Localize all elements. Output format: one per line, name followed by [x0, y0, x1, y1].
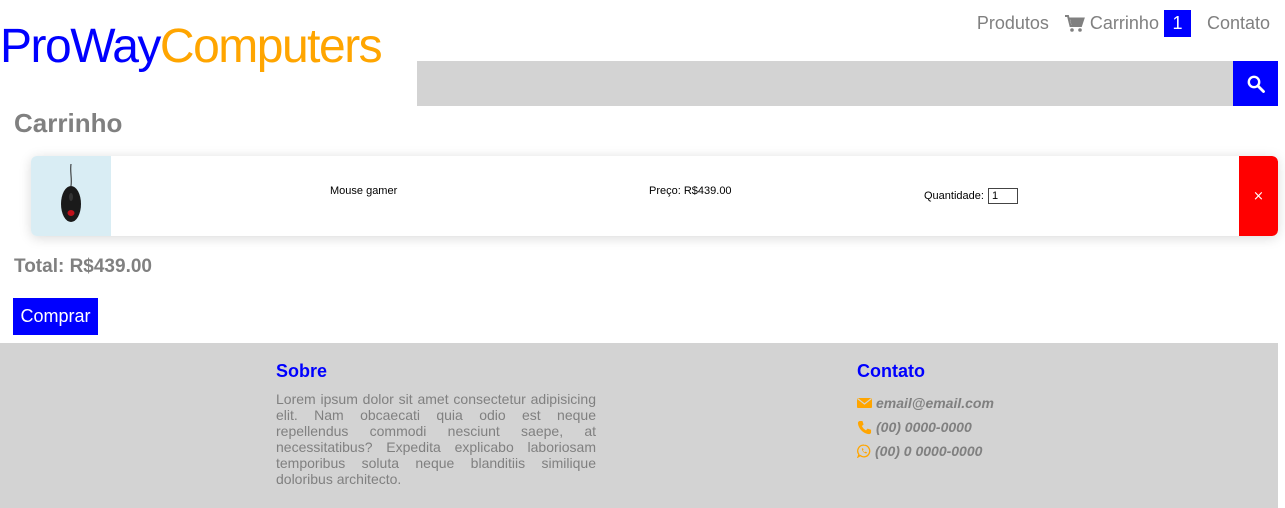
contact-phone-text: (00) 0000-0000	[876, 419, 972, 435]
search-bar	[417, 61, 1278, 106]
footer-contact: Contato email@email.com (00) 0000-0000 (…	[857, 361, 994, 463]
footer-contact-title: Contato	[857, 361, 925, 381]
nav-products-link[interactable]: Produtos	[977, 13, 1049, 34]
whatsapp-icon	[857, 444, 871, 458]
product-price: Preço: R$439.00	[649, 185, 732, 197]
top-nav: Produtos Carrinho 1 Contato	[977, 10, 1270, 37]
search-button[interactable]	[1233, 61, 1278, 106]
contact-email: email@email.com	[857, 391, 994, 415]
brand-logo-part2: Computers	[159, 20, 383, 73]
product-image	[31, 156, 111, 236]
footer-about-text: Lorem ipsum dolor sit amet consectetur a…	[276, 391, 596, 487]
brand-logo[interactable]: ProWayComputers	[0, 19, 383, 75]
remove-item-button[interactable]: ×	[1239, 156, 1278, 236]
contact-list: email@email.com (00) 0000-0000 (00) 0 00…	[857, 391, 994, 463]
cart-total: Total: R$439.00	[14, 256, 152, 277]
cart-icon	[1064, 14, 1085, 32]
quantity-input[interactable]	[987, 188, 1018, 204]
page-title: Carrinho	[14, 108, 123, 138]
footer: Sobre Lorem ipsum dolor sit amet consect…	[0, 343, 1278, 508]
nav-cart-link[interactable]: Carrinho 1	[1064, 10, 1191, 37]
cart-item: Mouse gamer Preço: R$439.00 Quantidade: …	[31, 156, 1278, 236]
contact-email-text: email@email.com	[876, 395, 994, 411]
contact-whatsapp: (00) 0 0000-0000	[857, 439, 994, 463]
contact-whatsapp-text: (00) 0 0000-0000	[875, 443, 983, 459]
search-icon	[1247, 75, 1265, 93]
mouse-icon	[61, 164, 81, 222]
envelope-icon	[857, 398, 872, 408]
footer-about: Sobre Lorem ipsum dolor sit amet consect…	[276, 361, 596, 487]
cart-count-badge: 1	[1163, 10, 1191, 37]
footer-about-title: Sobre	[276, 361, 328, 381]
quantity-control: Quantidade:	[924, 188, 1018, 204]
search-input[interactable]	[417, 61, 1233, 106]
contact-phone: (00) 0000-0000	[857, 415, 994, 439]
product-name: Mouse gamer	[330, 185, 398, 197]
nav-contact-link[interactable]: Contato	[1207, 13, 1270, 34]
buy-button[interactable]: Comprar	[13, 298, 98, 335]
nav-cart-label: Carrinho	[1089, 13, 1159, 33]
phone-icon	[857, 420, 872, 434]
brand-logo-part1: ProWay	[0, 20, 161, 73]
quantity-label: Quantidade:	[924, 190, 984, 202]
